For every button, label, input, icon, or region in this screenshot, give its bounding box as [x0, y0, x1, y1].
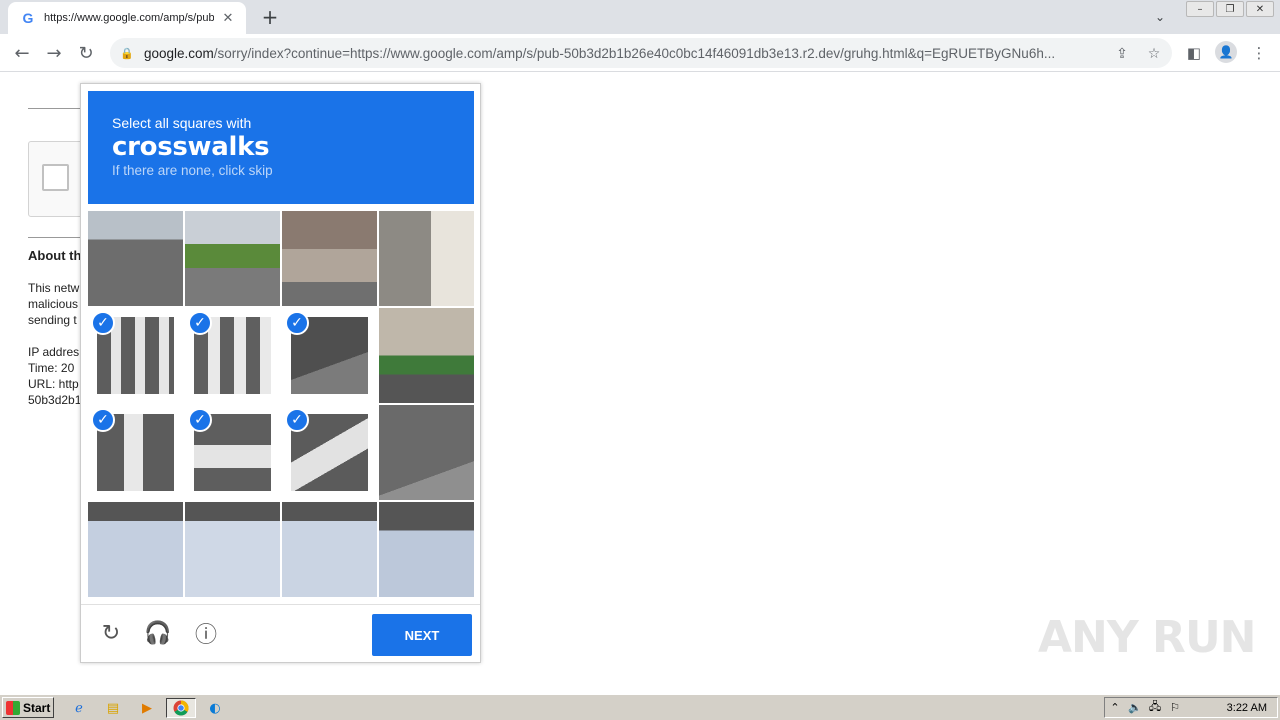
captcha-tile[interactable]: ✓ [185, 405, 280, 500]
chrome-icon [173, 700, 189, 716]
checkmark-icon: ✓ [91, 311, 115, 335]
tile-image [379, 308, 474, 403]
captcha-tile[interactable]: ✓ [88, 405, 183, 500]
captcha-tile[interactable] [379, 308, 474, 403]
tab-close-icon[interactable]: ✕ [220, 10, 236, 26]
file-explorer-folder-icon[interactable]: ▤ [102, 698, 124, 718]
captcha-tile[interactable] [88, 211, 183, 306]
anyrun-watermark: ANY RUN [1038, 612, 1256, 663]
start-button[interactable]: Start [2, 697, 54, 718]
action-center-flag-icon[interactable]: ⚐ [1165, 701, 1185, 714]
captcha-tile[interactable] [185, 502, 280, 597]
info-icon[interactable]: ⓘ [192, 619, 220, 648]
challenge-footer: ↻ 🎧 ⓘ NEXT [81, 604, 480, 662]
captcha-tile[interactable] [88, 502, 183, 597]
captcha-tile[interactable] [379, 502, 474, 597]
recaptcha-checkbox[interactable] [42, 164, 69, 191]
captcha-tile[interactable] [282, 502, 377, 597]
checkmark-icon: ✓ [285, 408, 309, 432]
tab-title: https://www.google.com/amp/s/pub [44, 12, 214, 24]
back-arrow-icon[interactable]: ← [10, 41, 34, 65]
audio-challenge-headphones-icon[interactable]: 🎧 [144, 619, 172, 647]
tile-image [379, 502, 474, 597]
tile-image [88, 502, 183, 597]
minimize-button[interactable]: – [1186, 1, 1214, 17]
reload-challenge-icon[interactable]: ↻ [97, 619, 125, 647]
challenge-hint: If there are none, click skip [112, 163, 273, 178]
about-heading: About th [28, 248, 82, 263]
tray-expand-icon[interactable]: ⌃ [1105, 701, 1125, 714]
url-text[interactable]: google.com/sorry/index?continue=https://… [144, 46, 1104, 61]
tile-image [379, 211, 474, 306]
tile-image [185, 211, 280, 306]
side-panel-icon[interactable]: ◧ [1183, 42, 1205, 64]
lock-icon[interactable]: 🔒 [120, 46, 134, 60]
edge-icon[interactable]: ◐ [204, 698, 226, 718]
system-tray: ⌃ 🔈 🖧 ⚐ 3:22 AM [1104, 697, 1278, 718]
windows-logo-icon [6, 700, 20, 715]
tab-strip: G https://www.google.com/amp/s/pub ✕ + ⌄… [0, 0, 1280, 34]
challenge-instruction: Select all squares with [112, 115, 252, 131]
media-player-icon[interactable]: ▶ [136, 698, 158, 718]
url-info-text: URL: http [28, 377, 79, 391]
tab-search-chevron-icon[interactable]: ⌄ [1150, 8, 1170, 26]
reload-icon[interactable]: ↻ [74, 41, 98, 65]
chrome-taskbar-icon[interactable] [166, 698, 196, 718]
browser-tab[interactable]: G https://www.google.com/amp/s/pub ✕ [8, 2, 246, 34]
checkmark-icon: ✓ [188, 311, 212, 335]
network-icon[interactable]: 🖧 [1145, 698, 1165, 717]
tile-image [88, 211, 183, 306]
url-path: /sorry/index?continue=https://www.google… [213, 45, 1056, 61]
captcha-tile[interactable] [379, 405, 474, 500]
close-window-button[interactable]: ✕ [1246, 1, 1274, 17]
internet-explorer-icon[interactable]: ℯ [68, 698, 90, 718]
tile-image [379, 405, 474, 500]
taskbar-clock[interactable]: 3:22 AM [1227, 702, 1267, 714]
share-icon[interactable]: ⇪ [1113, 45, 1131, 63]
tile-image [282, 211, 377, 306]
url-info-text-cont: 50b3d2b1 [28, 393, 82, 407]
checkmark-icon: ✓ [285, 311, 309, 335]
captcha-tile[interactable] [379, 211, 474, 306]
challenge-header: Select all squares with crosswalks If th… [88, 91, 474, 204]
new-tab-button[interactable]: + [258, 5, 282, 29]
recaptcha-challenge: Select all squares with crosswalks If th… [80, 83, 481, 663]
windows-taskbar: Start ℯ ▤ ▶ ◐ ⌃ 🔈 🖧 ⚐ 3:22 AM [0, 694, 1280, 720]
tile-image [185, 502, 280, 597]
volume-icon[interactable]: 🔈 [1125, 701, 1145, 714]
time-text: Time: 20 [28, 361, 75, 375]
profile-avatar-icon[interactable]: 👤 [1215, 41, 1237, 63]
divider [28, 108, 88, 109]
about-text-line: This netw [28, 281, 80, 295]
bookmark-star-icon[interactable]: ☆ [1145, 45, 1163, 63]
checkmark-icon: ✓ [91, 408, 115, 432]
challenge-target: crosswalks [112, 132, 270, 162]
menu-dots-icon[interactable]: ⋮ [1248, 42, 1270, 64]
captcha-tile[interactable]: ✓ [185, 308, 280, 403]
captcha-tile[interactable] [185, 211, 280, 306]
captcha-tile[interactable]: ✓ [282, 405, 377, 500]
captcha-tile[interactable] [282, 211, 377, 306]
captcha-tile[interactable]: ✓ [282, 308, 377, 403]
checkmark-icon: ✓ [188, 408, 212, 432]
window-controls: – ❐ ✕ [1184, 1, 1274, 17]
url-domain: google.com [144, 45, 214, 61]
browser-toolbar: ← → ↻ 🔒 google.com/sorry/index?continue=… [0, 34, 1280, 72]
about-text-line: sending t [28, 313, 77, 327]
tile-image [282, 502, 377, 597]
forward-arrow-icon[interactable]: → [42, 41, 66, 65]
restore-button[interactable]: ❐ [1216, 1, 1244, 17]
about-text-line: malicious [28, 297, 79, 311]
ip-address-text: IP addres [28, 345, 80, 359]
address-bar[interactable]: 🔒 google.com/sorry/index?continue=https:… [110, 38, 1172, 68]
image-grid: ✓ ✓ ✓ ✓ ✓ ✓ [88, 211, 474, 597]
google-favicon-icon: G [22, 10, 34, 26]
captcha-tile[interactable]: ✓ [88, 308, 183, 403]
start-label: Start [23, 700, 51, 715]
divider [28, 237, 88, 238]
next-button[interactable]: NEXT [372, 614, 472, 656]
